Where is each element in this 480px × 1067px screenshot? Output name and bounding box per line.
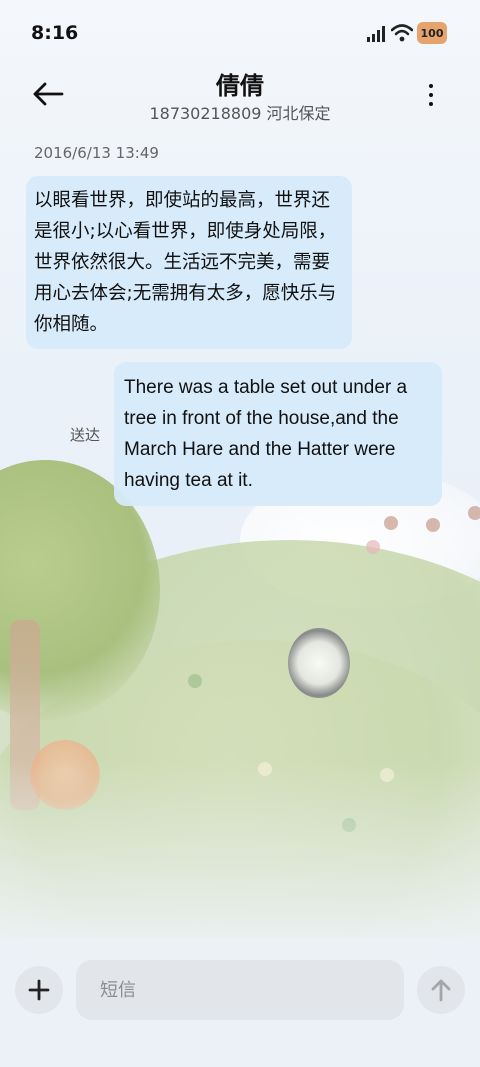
- composer-bar: [0, 938, 480, 1067]
- battery-indicator: 100: [417, 22, 447, 44]
- arrow-up-icon: [431, 979, 451, 1002]
- delivery-status: 送达: [70, 426, 101, 444]
- conversation-header: 倩倩 18730218809 河北保定: [0, 60, 480, 130]
- wifi-icon: [390, 24, 414, 46]
- contact-number-location: 18730218809 河北保定: [149, 104, 331, 123]
- incoming-message-bubble[interactable]: 以眼看世界，即使站的最高，世界还是很小;以心看世界，即使身处局限，世界依然很大。…: [26, 176, 352, 349]
- send-button[interactable]: [417, 966, 465, 1014]
- signal-icon: [367, 26, 387, 46]
- sms-input[interactable]: [76, 960, 404, 1020]
- more-options-button[interactable]: [416, 78, 446, 112]
- message-timestamp: 2016/6/13 13:49: [34, 144, 159, 162]
- plus-icon: [28, 979, 50, 1001]
- add-attachment-button[interactable]: [15, 966, 63, 1014]
- more-vertical-icon: [429, 84, 433, 88]
- outgoing-message-bubble[interactable]: There was a table set out under a tree i…: [114, 362, 442, 506]
- contact-name: 倩倩: [216, 72, 264, 100]
- status-time: 8:16: [31, 22, 79, 44]
- status-bar: 8:16 100: [0, 0, 480, 68]
